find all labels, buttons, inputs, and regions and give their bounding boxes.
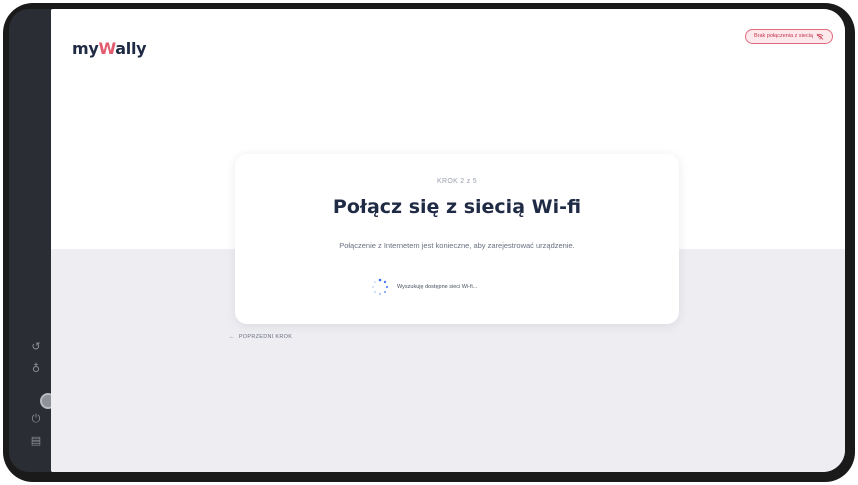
app-screen: myWally Brak połączenia z siecią KROK 2 … [51,9,845,472]
previous-step-link[interactable]: ← POPRZEDNI KROK [229,334,292,340]
page-title: Połącz się z siecią Wi-fi [332,196,582,218]
logo-accent: W [98,39,116,58]
bulb-icon[interactable]: ♁ [29,362,43,376]
app-logo: myWally [72,39,147,58]
wizard-card: KROK 2 z 5 Połącz się z siecią Wi-fi Poł… [235,154,679,324]
previous-step-label: POPRZEDNI KROK [238,334,293,340]
menu-icon[interactable]: ▤ [29,434,43,448]
network-status-label: Brak połączenia z siecią [753,33,813,39]
wifi-off-icon [816,33,824,40]
step-indicator: KROK 2 z 5 [437,178,477,185]
searching-label: Wyszukuję dostępne sieci Wi-fi... [397,284,478,290]
logo-prefix: my [72,39,99,58]
page-subtitle: Połączenie z Internetem jest konieczne, … [339,241,575,250]
loading-spinner-icon [372,278,389,295]
logo-suffix: ally [115,39,147,58]
refresh-icon[interactable]: ↺ [29,340,43,354]
wifi-search-status: Wyszukuję dostępne sieci Wi-fi... [371,278,477,296]
side-rail: ↺ ♁ ⏻ ▤ [9,9,56,472]
arrow-left-icon: ← [229,334,235,340]
network-status-badge: Brak połączenia z siecią [744,29,833,44]
power-icon[interactable]: ⏻ [29,412,43,426]
